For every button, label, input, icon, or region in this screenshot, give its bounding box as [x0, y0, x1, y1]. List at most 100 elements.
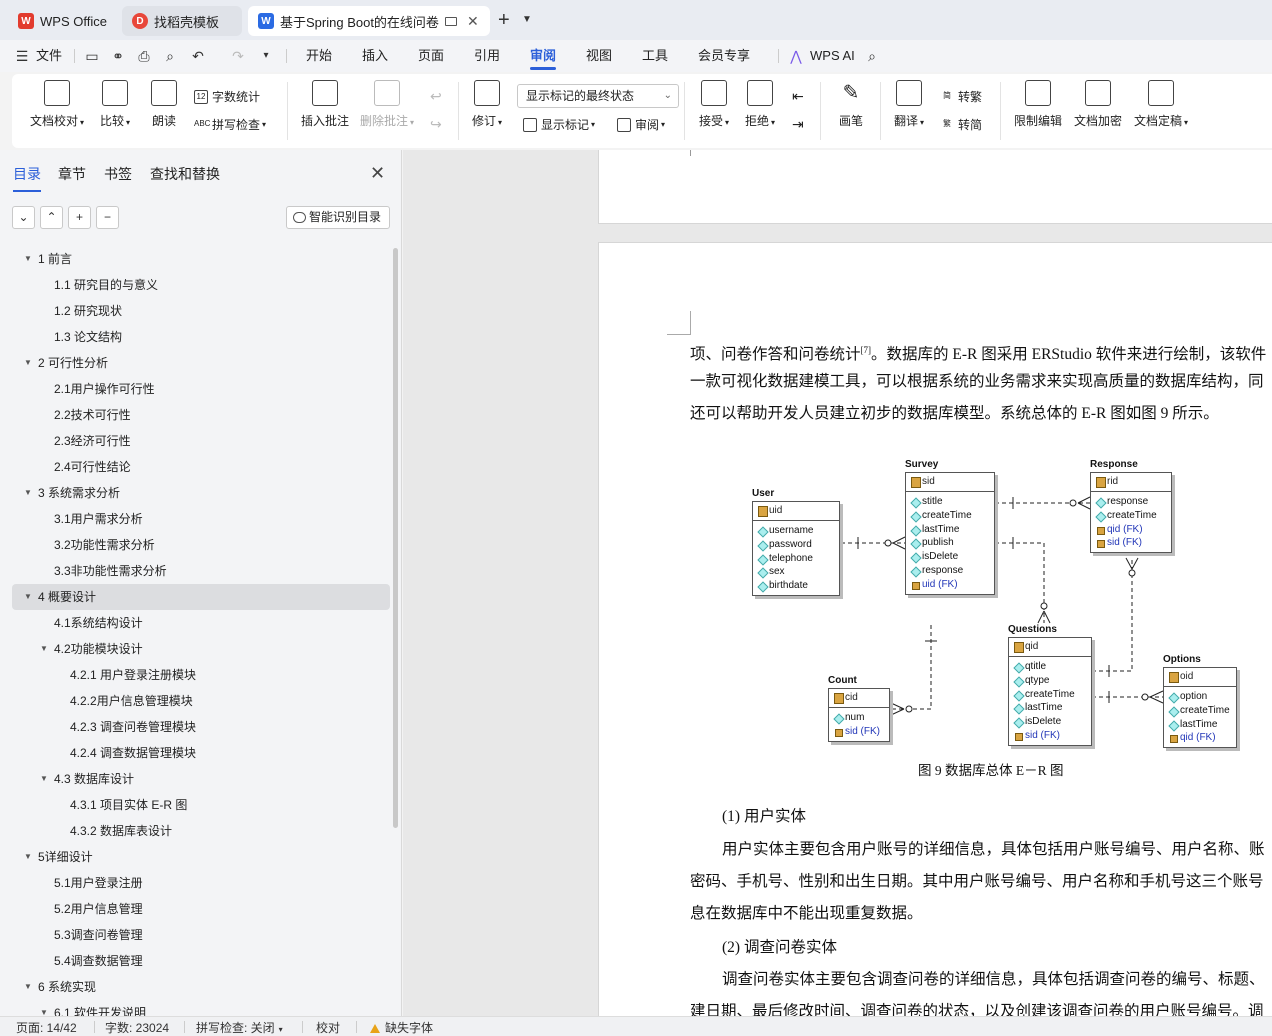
pen-button[interactable]: ✎ 画笔: [838, 80, 864, 129]
menu-file[interactable]: 文件: [36, 40, 62, 72]
next-comment-icon[interactable]: ↪: [430, 116, 442, 133]
toc-item[interactable]: ▼ 6.1 软件开发说明: [12, 1000, 390, 1016]
toc-item[interactable]: 2.3经济可行性: [12, 428, 390, 454]
toc-item[interactable]: ▼ 2 可行性分析: [12, 350, 390, 376]
missing-font-button[interactable]: 缺失字体: [370, 1019, 433, 1036]
expand-arrow-icon[interactable]: ▼: [24, 246, 32, 272]
close-icon[interactable]: ✕: [467, 13, 479, 30]
new-tab-plus-icon[interactable]: +: [498, 10, 510, 30]
to-traditional-button[interactable]: 简转繁: [940, 88, 982, 105]
markup-state-select[interactable]: 显示标记的最终状态 ⌄: [517, 84, 679, 108]
toc-item[interactable]: 5.2用户信息管理: [12, 896, 390, 922]
toc-item[interactable]: 5.4调查数据管理: [12, 948, 390, 974]
toc-item[interactable]: 1.1 研究目的与意义: [12, 272, 390, 298]
revise-button[interactable]: 修订 ▾: [472, 80, 502, 129]
expand-arrow-icon[interactable]: ▼: [40, 1000, 48, 1016]
toc-item[interactable]: 4.2.4 调查数据管理模块: [12, 740, 390, 766]
compare-button[interactable]: 比较 ▾: [100, 80, 130, 129]
toc-item[interactable]: 1.3 论文结构: [12, 324, 390, 350]
spell-check-button[interactable]: ABC 拼写检查 ▾: [194, 116, 266, 133]
save-icon[interactable]: ▭: [84, 48, 100, 64]
toc-item[interactable]: 3.3非功能性需求分析: [12, 558, 390, 584]
word-count-indicator[interactable]: 字数: 23024: [105, 1019, 169, 1036]
expand-arrow-icon[interactable]: ▼: [40, 766, 48, 792]
expand-arrow-icon[interactable]: ▼: [24, 974, 32, 1000]
menu-insert[interactable]: 插入: [362, 40, 388, 72]
doc-check-button[interactable]: 文档校对 ▾: [30, 80, 84, 129]
chevron-down-icon[interactable]: ▼: [522, 14, 532, 25]
tab-bookmarks[interactable]: 书签: [104, 164, 132, 184]
tab-wps-office[interactable]: W WPS Office: [8, 6, 116, 36]
expand-arrow-icon[interactable]: ▼: [40, 636, 48, 662]
spell-check-status[interactable]: 拼写检查: 关闭 ▾: [196, 1019, 283, 1036]
accept-button[interactable]: 接受 ▾: [699, 80, 729, 129]
menu-wps-ai[interactable]: WPS AI: [810, 40, 855, 72]
toc-item[interactable]: ▼ 1 前言: [12, 246, 390, 272]
toc-item[interactable]: ▼ 4.2功能模块设计: [12, 636, 390, 662]
proofread-button[interactable]: 校对: [316, 1019, 340, 1036]
menu-tools[interactable]: 工具: [642, 40, 668, 72]
finalize-button[interactable]: 文档定稿 ▾: [1134, 80, 1188, 129]
next-change-icon[interactable]: ⇥: [792, 116, 804, 133]
menu-page[interactable]: 页面: [418, 40, 444, 72]
link-icon[interactable]: ⚭: [110, 48, 126, 64]
word-count-button[interactable]: 12 字数统计: [194, 88, 260, 105]
menu-view[interactable]: 视图: [586, 40, 612, 72]
prev-comment-icon[interactable]: ↩: [430, 88, 442, 105]
toc-item[interactable]: 4.2.1 用户登录注册模块: [12, 662, 390, 688]
remove-icon[interactable]: −: [96, 206, 119, 229]
toc-item[interactable]: ▼ 4.3 数据库设计: [12, 766, 390, 792]
entity-box[interactable]: qid qtitle qtype createTime lastTime isDelete…: [1008, 637, 1092, 746]
toc-item[interactable]: 3.1用户需求分析: [12, 506, 390, 532]
er-diagram-figure[interactable]: User uid username password telephone sex birth…: [599, 243, 1272, 763]
toc-item[interactable]: 4.3.2 数据库表设计: [12, 818, 390, 844]
tab-chapters[interactable]: 章节: [58, 164, 86, 184]
read-aloud-button[interactable]: 朗读: [151, 80, 177, 129]
tab-docer[interactable]: D 找稻壳模板: [122, 6, 242, 36]
entity-box[interactable]: cid num sid (FK): [828, 688, 890, 742]
print-preview-icon[interactable]: ⌕: [162, 48, 178, 64]
toc-item[interactable]: ▼ 4 概要设计: [12, 584, 390, 610]
undo-icon[interactable]: ↶: [190, 48, 206, 64]
entity-box[interactable]: sid stitle createTime lastTime publish isDele…: [905, 472, 995, 595]
expand-arrow-icon[interactable]: ▼: [24, 480, 32, 506]
close-icon[interactable]: ✕: [370, 164, 385, 182]
expand-arrow-icon[interactable]: ▼: [24, 584, 32, 610]
insert-comment-button[interactable]: 插入批注: [301, 80, 349, 129]
expand-arrow-icon[interactable]: ▼: [24, 844, 32, 870]
toc-item[interactable]: ▼ 3 系统需求分析: [12, 480, 390, 506]
print-icon[interactable]: ⎙: [136, 48, 152, 64]
toc-item[interactable]: 2.4可行性结论: [12, 454, 390, 480]
sidebar-scrollbar[interactable]: [393, 248, 398, 828]
prev-change-icon[interactable]: ⇤: [792, 88, 804, 105]
toc-item[interactable]: 2.2技术可行性: [12, 402, 390, 428]
entity-box[interactable]: uid username password telephone sex birthdate: [752, 501, 840, 596]
toc-item[interactable]: 1.2 研究现状: [12, 298, 390, 324]
add-icon[interactable]: +: [68, 206, 91, 229]
smart-toc-button[interactable]: 智能识别目录: [286, 206, 390, 229]
to-simplified-button[interactable]: 繁转简: [940, 116, 982, 133]
tab-current-document[interactable]: W 基于Spring Boot的在线问卷 ✕: [248, 6, 490, 36]
toc-item[interactable]: ▼ 5详细设计: [12, 844, 390, 870]
menu-home[interactable]: 开始: [306, 40, 332, 72]
hamburger-icon[interactable]: ☰: [14, 48, 30, 64]
redo-icon[interactable]: ↷: [230, 48, 246, 64]
toc-item[interactable]: 5.3调查问卷管理: [12, 922, 390, 948]
collapse-up-icon[interactable]: ⌃: [40, 206, 63, 229]
tab-toc[interactable]: 目录: [13, 164, 41, 192]
toc-item[interactable]: 4.2.2用户信息管理模块: [12, 688, 390, 714]
menu-review[interactable]: 审阅: [530, 40, 557, 72]
translate-button[interactable]: 翻译 ▾: [894, 80, 924, 129]
show-markup-button[interactable]: 显示标记 ▾: [523, 116, 595, 133]
search-icon[interactable]: ⌕: [864, 48, 880, 64]
encrypt-button[interactable]: 文档加密: [1074, 80, 1122, 129]
menu-references[interactable]: 引用: [474, 40, 500, 72]
toc-item[interactable]: 2.1用户操作可行性: [12, 376, 390, 402]
toc-item[interactable]: 5.1用户登录注册: [12, 870, 390, 896]
toc-item[interactable]: ▼ 6 系统实现: [12, 974, 390, 1000]
page-indicator[interactable]: 页面: 14/42: [16, 1019, 77, 1036]
expand-down-icon[interactable]: ⌄: [12, 206, 35, 229]
more-chevron-icon[interactable]: ▾: [258, 48, 274, 64]
restrict-edit-button[interactable]: 限制编辑: [1014, 80, 1062, 129]
tab-find-replace[interactable]: 查找和替换: [150, 164, 220, 184]
